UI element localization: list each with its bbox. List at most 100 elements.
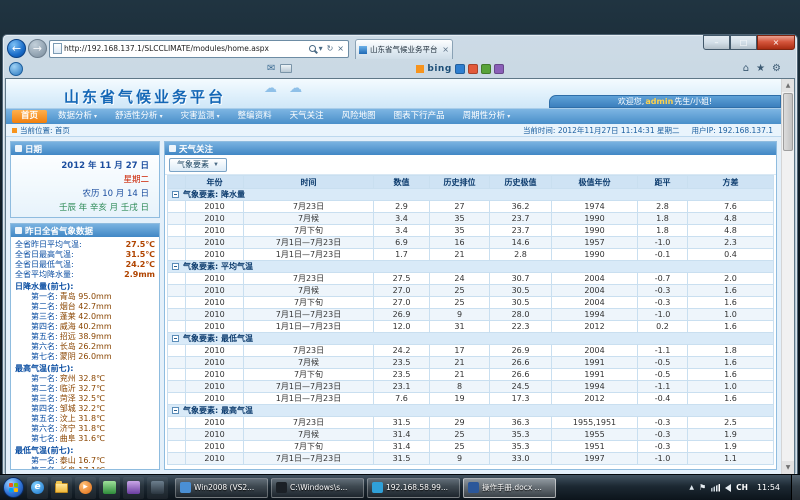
table-cell: 7月下旬 (244, 369, 374, 381)
table-row[interactable]: 20107月1日—7月23日31.5933.01997-1.01.1 (168, 453, 774, 465)
taskbar-window-button[interactable]: 192.168.58.99... (367, 478, 460, 498)
explorer-folder-icon[interactable] (51, 477, 72, 499)
stop-icon[interactable]: × (336, 45, 345, 53)
network-icon[interactable] (711, 484, 720, 492)
table-row[interactable]: 20107月23日31.52936.31955,1951-0.32.5 (168, 417, 774, 429)
table-row[interactable]: 20101月1日—7月23日1.7212.81990-0.10.4 (168, 249, 774, 261)
table-cell: 2.0 (688, 273, 774, 285)
tray-expand-icon[interactable]: ▲ (689, 484, 694, 491)
table-cell: 1.6 (688, 321, 774, 333)
bingbar-tool-icon-4[interactable] (494, 64, 504, 74)
nav-item[interactable]: 首页 (12, 110, 47, 123)
forward-button[interactable]: → (28, 39, 47, 58)
nav-item[interactable]: 周期性分析▾ (454, 109, 520, 124)
language-indicator[interactable]: CH (736, 483, 748, 492)
app-launcher-icon-1[interactable] (99, 477, 120, 499)
scroll-down-icon[interactable]: ▼ (782, 461, 794, 474)
table-row[interactable]: 20107月23日27.52430.72004-0.72.0 (168, 273, 774, 285)
url-text[interactable]: http://192.168.137.1/SLCCLIMATE/modules/… (64, 44, 307, 53)
media-player-icon[interactable]: ▸ (75, 477, 96, 499)
nav-item[interactable]: 风险地图 (333, 109, 385, 124)
minimize-button[interactable]: – (703, 35, 730, 50)
taskbar-clock[interactable]: 11:54 (753, 483, 784, 492)
table-row[interactable]: 20107月候3.43523.719901.84.8 (168, 213, 774, 225)
bingbar-tool-icon-1[interactable] (455, 64, 465, 74)
table-row[interactable]: 20107月下旬23.52126.61991-0.51.6 (168, 369, 774, 381)
table-cell: 7月1日—7月23日 (244, 453, 374, 465)
table-row[interactable]: 20107月1日—7月23日23.1824.51994-1.11.0 (168, 381, 774, 393)
mail-icon[interactable]: ✉ (267, 64, 275, 74)
table-cell: 1月1日—7月23日 (244, 249, 374, 261)
nav-item[interactable]: 舒适性分析▾ (106, 109, 172, 124)
rank-item: 第一名:泰山 16.7℃ (15, 456, 155, 466)
table-section-row[interactable]: 气象要素: 降水量 (168, 189, 774, 201)
scroll-up-icon[interactable]: ▲ (782, 79, 794, 92)
favorites-star-icon[interactable]: ★ (756, 64, 765, 74)
nav-item[interactable]: 灾害监测▾ (172, 109, 229, 124)
close-button[interactable]: × (757, 35, 795, 50)
home-icon[interactable]: ⌂ (743, 64, 749, 74)
back-button[interactable]: ← (7, 39, 26, 58)
table-row[interactable]: 20107月下旬31.42535.31951-0.31.9 (168, 441, 774, 453)
stat-label: 全省日最高气温: (15, 250, 74, 260)
table-section-row[interactable]: 气象要素: 平均气温 (168, 261, 774, 273)
msn-quick-icon[interactable] (9, 62, 23, 76)
bingbar-tool-icon-2[interactable] (468, 64, 478, 74)
table-cell: 28.0 (490, 309, 552, 321)
collapse-icon[interactable] (172, 191, 179, 198)
address-bar[interactable]: http://192.168.137.1/SLCCLIMATE/modules/… (49, 40, 349, 58)
table-row[interactable]: 20107月下旬3.43523.719901.84.8 (168, 225, 774, 237)
table-row[interactable]: 20101月1日—7月23日12.03122.320120.21.6 (168, 321, 774, 333)
bingbar-tool-icon-3[interactable] (481, 64, 491, 74)
table-row[interactable]: 20107月下旬27.02530.52004-0.31.6 (168, 297, 774, 309)
table-row[interactable]: 20107月候31.42535.31955-0.31.9 (168, 429, 774, 441)
app-launcher-icon-2[interactable] (123, 477, 144, 499)
table-cell: -0.5 (638, 369, 688, 381)
system-tray: ▲ ⚑ CH 11:54 (685, 475, 788, 500)
nav-item[interactable]: 数据分析▾ (49, 109, 106, 124)
browser-tab[interactable]: 山东省气候业务平台 × (355, 39, 453, 59)
search-icon[interactable] (309, 45, 316, 52)
settings-gear-icon[interactable]: ⚙ (772, 64, 781, 74)
table-cell: 7.6 (688, 201, 774, 213)
vertical-scrollbar[interactable]: ▲ ▼ (781, 79, 794, 474)
collapse-icon[interactable] (172, 335, 179, 342)
show-desktop-button[interactable] (791, 475, 800, 500)
bing-label[interactable]: bing (427, 64, 451, 74)
table-row[interactable]: 20107月1日—7月23日26.9928.01994-1.01.0 (168, 309, 774, 321)
nav-item[interactable]: 图表下行产品 (385, 109, 454, 124)
table-section-row[interactable]: 气象要素: 最高气温 (168, 405, 774, 417)
table-row[interactable]: 20101月1日—7月23日7.61917.32012-0.41.6 (168, 393, 774, 405)
scrollbar-thumb[interactable] (783, 93, 793, 151)
nav-item[interactable]: 天气关注 (281, 109, 333, 124)
table-cell: 7月候 (244, 285, 374, 297)
print-icon[interactable] (280, 64, 292, 73)
table-row[interactable]: 20107月23日24.21726.92004-1.11.8 (168, 345, 774, 357)
refresh-icon[interactable]: ↻ (326, 45, 335, 53)
collapse-icon[interactable] (172, 263, 179, 270)
element-filter-button[interactable]: 气象要素 ▼ (169, 158, 227, 172)
taskbar-window-button[interactable]: Win2008 (VS2... (175, 478, 268, 498)
collapse-icon[interactable] (172, 407, 179, 414)
start-button[interactable] (3, 477, 24, 498)
table-cell: 2010 (186, 417, 244, 429)
site-page: 山东省气候业务平台 ☁ ☁ 欢迎您, admin 先生/小姐! 首页数据分析▾舒… (6, 79, 781, 474)
action-center-flag-icon[interactable]: ⚑ (699, 484, 706, 492)
maximize-button[interactable]: □ (730, 35, 757, 50)
ie-launcher-icon[interactable]: e (27, 477, 48, 499)
table-cell: 35.3 (490, 429, 552, 441)
tab-close-icon[interactable]: × (442, 45, 449, 54)
nav-item[interactable]: 整编资料 (229, 109, 281, 124)
table-row[interactable]: 20107月候27.02530.52004-0.31.6 (168, 285, 774, 297)
section-cell: 气象要素: 最低气温 (168, 333, 774, 345)
taskbar-window-button[interactable]: C:\Windows\s... (271, 478, 364, 498)
app-launcher-icon-3[interactable] (147, 477, 168, 499)
table-row[interactable]: 20107月候23.52126.61991-0.51.6 (168, 357, 774, 369)
table-row[interactable]: 20107月1日—7月23日6.91614.61957-1.02.3 (168, 237, 774, 249)
volume-icon[interactable] (725, 484, 731, 492)
table-section-row[interactable]: 气象要素: 最低气温 (168, 333, 774, 345)
address-dropdown-icon[interactable]: ▾ (318, 45, 324, 53)
table-row[interactable]: 20107月23日2.92736.219742.87.6 (168, 201, 774, 213)
table-cell: 1.8 (688, 345, 774, 357)
taskbar-window-button[interactable]: 操作手册.docx ... (463, 478, 556, 498)
